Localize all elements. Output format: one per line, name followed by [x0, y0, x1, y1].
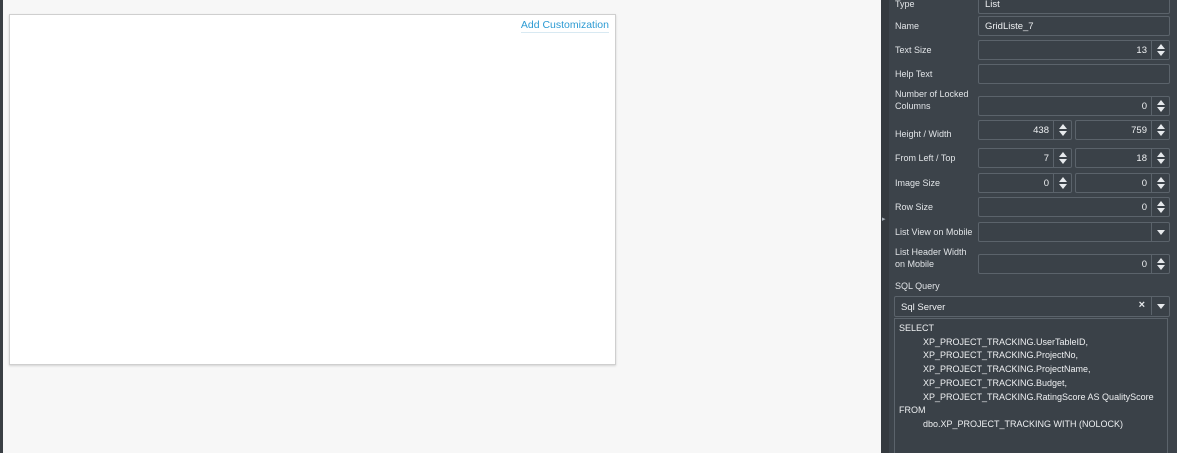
left-stepper[interactable]: 7 [978, 148, 1072, 168]
spinner-icon[interactable] [1053, 174, 1071, 192]
prop-text-size-label: Text Size [895, 45, 932, 55]
close-icon[interactable]: × [1139, 299, 1145, 311]
design-canvas: Add Customization [3, 0, 881, 453]
sql-query-editor[interactable]: SELECT XP_PROJECT_TRACKING.UserTableID, … [894, 318, 1168, 453]
spinner-icon[interactable] [1151, 97, 1169, 115]
spinner-icon[interactable] [1053, 149, 1071, 167]
prop-type-label: Type [895, 0, 915, 9]
prop-sql-query-label: SQL Query [895, 281, 940, 291]
sql-line: XP_PROJECT_TRACKING.Budget, [923, 377, 1068, 388]
add-customization-link[interactable]: Add Customization [520, 19, 609, 33]
height-stepper[interactable]: 438 [978, 120, 1072, 140]
prop-list-view-mobile-label: List View on Mobile [895, 227, 973, 237]
text-size-stepper[interactable]: 13 [978, 40, 1170, 60]
sql-line: dbo.XP_PROJECT_TRACKING WITH (NOLOCK) [923, 418, 1124, 429]
prop-row-size-label: Row Size [895, 202, 934, 212]
prop-locked-columns-label-1: Number of Locked [895, 89, 969, 99]
width-stepper[interactable]: 759 [1075, 120, 1170, 140]
sql-line: XP_PROJECT_TRACKING.RatingScore AS Quali… [923, 391, 1154, 402]
sql-line: XP_PROJECT_TRACKING.ProjectName, [923, 364, 1091, 375]
sql-line: XP_PROJECT_TRACKING.ProjectNo, [923, 350, 1079, 361]
prop-name-label: Name [895, 21, 920, 31]
row-size-stepper[interactable]: 0 [978, 197, 1170, 217]
sql-line: SELECT [899, 323, 935, 333]
locked-columns-stepper[interactable]: 0 [978, 96, 1170, 116]
sql-line: XP_PROJECT_TRACKING.UserTableID, [923, 336, 1089, 347]
sql-engine-select[interactable]: Sql Server × [894, 296, 1170, 317]
prop-help-text-label: Help Text [895, 69, 933, 79]
spinner-icon[interactable] [1053, 121, 1071, 139]
sql-line: FROM [899, 405, 926, 416]
prop-list-header-width-label-2: on Mobile [895, 259, 935, 269]
list-view-mobile-select[interactable] [978, 222, 1170, 242]
panel-splitter[interactable]: ▸ [881, 0, 889, 453]
prop-list-header-width-label-1: List Header Width [895, 247, 967, 257]
spinner-icon[interactable] [1151, 149, 1169, 167]
help-text-input[interactable] [978, 64, 1170, 84]
properties-panel: Type List Name GridListe_7 Text Size 13 … [889, 0, 1177, 453]
image-width-stepper[interactable]: 0 [978, 173, 1072, 193]
prop-height-width-label: Height / Width [895, 129, 952, 139]
list-header-width-stepper[interactable]: 0 [978, 254, 1170, 274]
spinner-icon[interactable] [1151, 41, 1169, 59]
chevron-down-icon[interactable] [1151, 297, 1169, 315]
collapse-arrow-icon[interactable]: ▸ [882, 215, 886, 223]
type-field[interactable]: List [978, 0, 1170, 14]
spinner-icon[interactable] [1151, 174, 1169, 192]
grid-list-component[interactable]: Add Customization [9, 14, 616, 365]
spinner-icon[interactable] [1151, 198, 1169, 216]
top-stepper[interactable]: 18 [1075, 148, 1170, 168]
image-height-stepper[interactable]: 0 [1075, 173, 1170, 193]
spinner-icon[interactable] [1151, 255, 1169, 273]
spinner-icon[interactable] [1151, 121, 1169, 139]
name-input[interactable]: GridListe_7 [978, 16, 1170, 36]
prop-from-left-top-label: From Left / Top [895, 153, 956, 163]
prop-image-size-label: Image Size [895, 178, 941, 188]
chevron-down-icon[interactable] [1151, 223, 1169, 241]
prop-locked-columns-label-2: Columns [895, 101, 931, 111]
